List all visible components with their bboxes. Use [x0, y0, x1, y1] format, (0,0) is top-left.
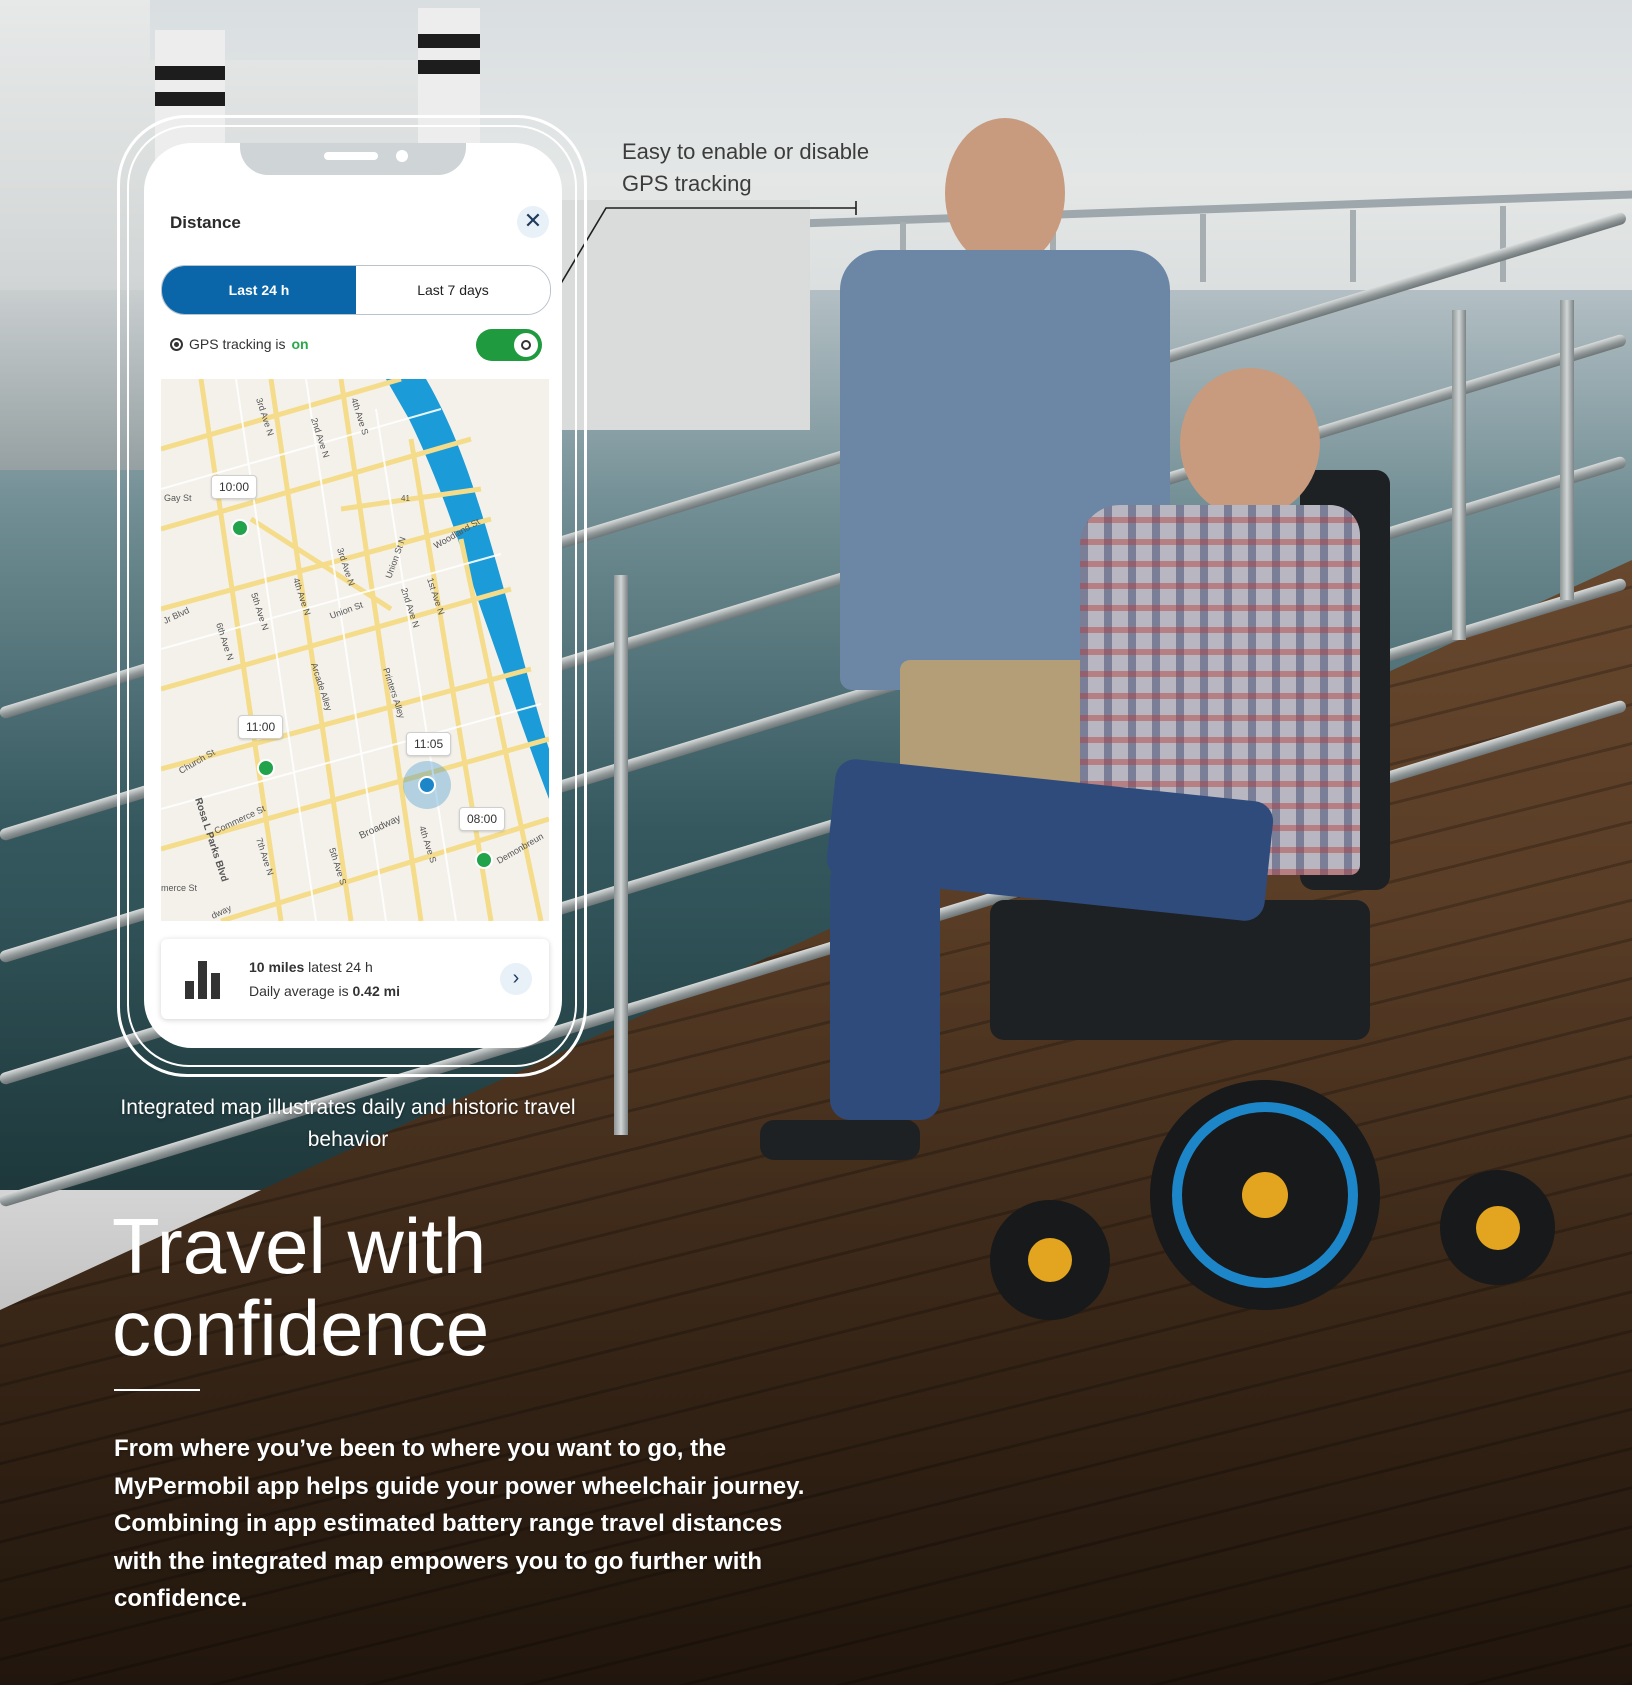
map-callout-text: Integrated map illustrates daily and his… — [120, 1096, 576, 1151]
chevron-right-icon: › — [512, 967, 520, 989]
location-pin[interactable] — [257, 759, 275, 777]
toggle-knob — [514, 333, 538, 357]
tab-last-7-days[interactable]: Last 7 days — [356, 266, 550, 314]
pin-time-label: 11:00 — [238, 715, 284, 739]
summary-details-button[interactable]: › — [500, 963, 532, 995]
current-location-pin[interactable] — [418, 776, 436, 794]
close-icon: ✕ — [523, 208, 543, 233]
street-label: Union St N — [383, 535, 407, 579]
average-label: Daily average is — [249, 983, 349, 999]
highway-shield: 41 — [401, 494, 410, 503]
page-title: Distance — [170, 213, 241, 232]
distance-summary-card[interactable]: 10 miles latest 24 h Daily average is 0.… — [161, 939, 549, 1019]
street-label: Gay St — [164, 493, 192, 503]
map-streets: 3rd Ave N 2nd Ave N 4th Ave S Gay St Woo… — [161, 379, 549, 921]
street-label: merce St — [161, 883, 198, 893]
street-label: 4th Ave S — [349, 397, 370, 437]
location-pin[interactable] — [231, 519, 249, 537]
distance-period: latest 24 h — [308, 959, 373, 975]
location-pin[interactable] — [475, 851, 493, 869]
travel-map[interactable]: 3rd Ave N 2nd Ave N 4th Ave S Gay St Woo… — [161, 379, 549, 921]
average-value: 0.42 mi — [352, 983, 400, 999]
time-range-tabs: Last 24 h Last 7 days — [161, 265, 551, 315]
street-label: 6th Ave N — [214, 622, 236, 662]
headline-line-2: confidence — [112, 1284, 490, 1372]
phone-camera — [396, 150, 408, 162]
close-button[interactable]: ✕ — [517, 206, 549, 238]
gps-tracking-toggle[interactable] — [476, 329, 542, 361]
street-label: Broadway — [358, 813, 403, 842]
pin-time-label: 08:00 — [459, 807, 506, 831]
headline-line-1: Travel with — [112, 1202, 487, 1290]
street-label: Arcade Alley — [309, 662, 334, 713]
street-label: 3rd Ave N — [335, 547, 357, 588]
body-paragraph: From where you’ve been to where you want… — [114, 1435, 805, 1612]
pin-time-label: 10:00 — [211, 475, 258, 499]
headline-divider — [114, 1389, 200, 1391]
average-line: Daily average is 0.42 mi — [249, 983, 400, 999]
gps-status-label: GPS tracking is — [189, 336, 286, 352]
phone-screen: Distance ✕ Last 24 h Last 7 days GPS tra… — [144, 143, 562, 1048]
pin-time-label: 11:05 — [406, 732, 452, 756]
tab-last-24h[interactable]: Last 24 h — [162, 266, 356, 314]
bar-chart-icon — [185, 959, 225, 999]
distance-value: 10 miles — [249, 959, 305, 975]
street-label: 2nd Ave N — [309, 417, 331, 459]
headline: Travel with confidence — [112, 1205, 489, 1369]
location-target-icon — [170, 337, 183, 351]
phone-speaker — [324, 152, 378, 160]
distance-line: 10 miles latest 24 h — [249, 959, 373, 975]
gps-status-row: GPS tracking is on — [170, 336, 309, 352]
street-label: Union St — [328, 600, 364, 621]
street-label: Demonbreun — [495, 831, 545, 866]
street-label: 4th Ave N — [291, 577, 313, 617]
gps-status-value: on — [291, 336, 309, 352]
